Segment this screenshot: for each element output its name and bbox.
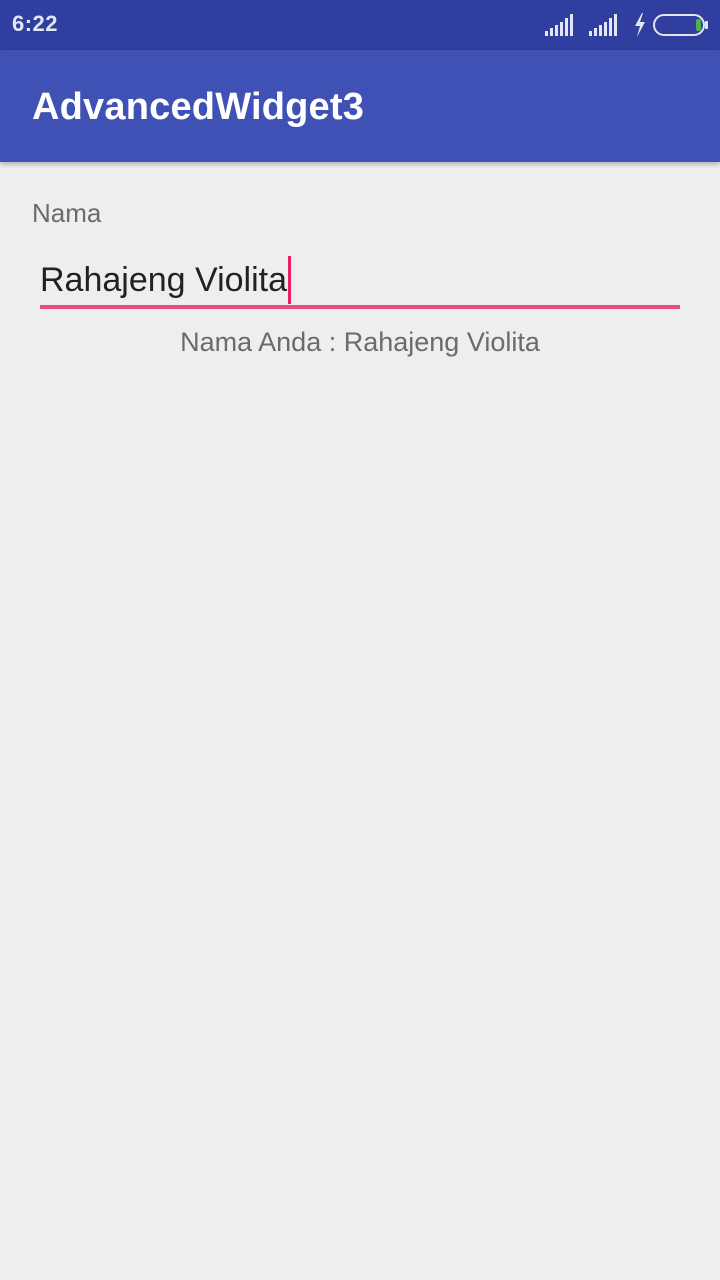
signal-icon xyxy=(589,14,617,36)
signal-icon xyxy=(545,14,573,36)
text-cursor xyxy=(288,256,291,304)
name-field-label: Nama xyxy=(32,198,102,228)
name-input-value[interactable]: Rahajeng Violita xyxy=(40,261,287,299)
status-bar: 6:22 xyxy=(0,0,720,50)
charging-icon xyxy=(635,13,645,37)
result-text: Nama Anda : Rahajeng Violita xyxy=(180,327,540,357)
app-bar: AdvancedWidget3 xyxy=(0,50,720,162)
app-title: AdvancedWidget3 xyxy=(32,86,365,128)
battery-icon xyxy=(653,14,708,36)
status-time: 6:22 xyxy=(12,11,59,36)
input-underline xyxy=(40,305,680,309)
name-input[interactable]: Rahajeng Violita xyxy=(40,250,680,310)
name-input-value-row[interactable]: Rahajeng Violita xyxy=(40,256,291,306)
